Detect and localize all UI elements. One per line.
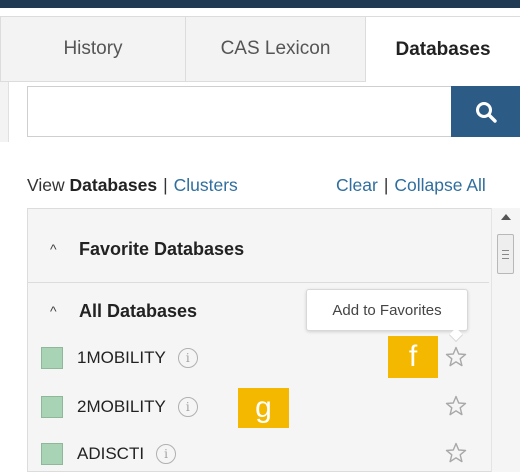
scroll-up-arrow-icon[interactable] bbox=[501, 214, 511, 220]
database-name: 1MOBILITY bbox=[77, 348, 166, 367]
left-edge-rule bbox=[0, 82, 9, 142]
info-icon[interactable]: i bbox=[156, 444, 177, 464]
search-button[interactable] bbox=[451, 86, 520, 137]
annotation-marker-f: f bbox=[388, 336, 438, 378]
collapse-all-link[interactable]: Collapse All bbox=[394, 175, 485, 196]
scrollbar[interactable] bbox=[491, 208, 520, 472]
list-item[interactable]: 2MOBILITY i bbox=[41, 394, 198, 420]
database-checkbox[interactable] bbox=[41, 347, 63, 369]
list-item[interactable]: ADISCTI i bbox=[41, 441, 177, 467]
tab-bar: History CAS Lexicon Databases bbox=[0, 8, 520, 82]
tab-history[interactable]: History bbox=[0, 16, 186, 82]
chevron-up-icon: ^ bbox=[50, 241, 57, 257]
info-icon[interactable]: i bbox=[177, 348, 198, 368]
favorite-databases-header[interactable]: ^ Favorite Databases bbox=[50, 236, 244, 262]
tab-cas-lexicon[interactable]: CAS Lexicon bbox=[186, 16, 366, 82]
search-icon bbox=[475, 101, 497, 123]
clear-link[interactable]: Clear bbox=[336, 175, 378, 196]
scroll-thumb[interactable] bbox=[497, 234, 514, 274]
star-icon[interactable] bbox=[444, 345, 468, 369]
info-icon[interactable]: i bbox=[177, 397, 198, 417]
all-databases-label: All Databases bbox=[79, 300, 198, 321]
star-icon[interactable] bbox=[444, 394, 468, 418]
all-databases-header[interactable]: ^ All Databases bbox=[50, 298, 197, 324]
view-databases-option[interactable]: Databases bbox=[70, 175, 158, 196]
list-item[interactable]: 1MOBILITY i bbox=[41, 345, 198, 371]
database-name: ADISCTI bbox=[77, 444, 145, 463]
tab-databases[interactable]: Databases bbox=[366, 16, 520, 82]
database-name: 2MOBILITY bbox=[77, 397, 166, 416]
add-to-favorites-tooltip: Add to Favorites bbox=[306, 289, 468, 331]
annotation-marker-g: g bbox=[238, 388, 289, 428]
database-checkbox[interactable] bbox=[41, 443, 63, 465]
view-clusters-link[interactable]: Clusters bbox=[174, 175, 238, 196]
chevron-up-icon: ^ bbox=[50, 303, 57, 319]
star-icon[interactable] bbox=[444, 441, 468, 465]
view-separator: | bbox=[163, 174, 168, 195]
database-checkbox[interactable] bbox=[41, 396, 63, 418]
list-actions: Clear | Collapse All bbox=[336, 172, 486, 198]
group-divider bbox=[28, 282, 489, 283]
view-label: View bbox=[27, 174, 65, 195]
actions-separator: | bbox=[383, 174, 389, 195]
favorite-databases-label: Favorite Databases bbox=[79, 238, 245, 259]
search-input[interactable] bbox=[27, 86, 451, 137]
view-toggle: View Databases | Clusters bbox=[27, 172, 238, 198]
top-border bbox=[0, 0, 520, 8]
